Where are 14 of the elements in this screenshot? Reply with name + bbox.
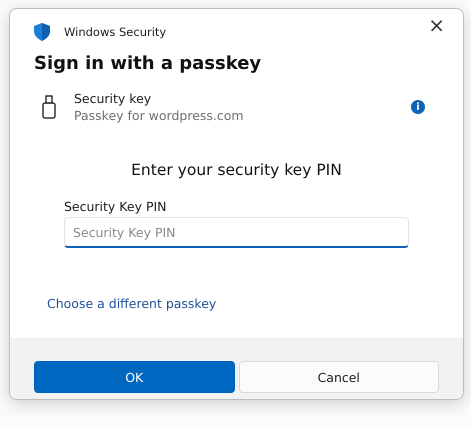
- credential-name: Security key: [74, 91, 152, 106]
- shield-icon: [34, 23, 50, 41]
- window-title: Windows Security: [64, 25, 168, 39]
- info-icon[interactable]: i: [411, 100, 425, 114]
- different-passkey-link[interactable]: Choose a different passkey: [47, 296, 216, 311]
- cancel-button[interactable]: Cancel: [238, 361, 439, 393]
- pin-input-field[interactable]: Security Key PIN: [64, 217, 409, 248]
- ok-button[interactable]: OK: [34, 361, 234, 393]
- credential-detail: Passkey for wordpress.com: [74, 108, 245, 123]
- pin-prompt: Enter your security key PIN: [130, 161, 343, 179]
- field-label: Security Key PIN: [64, 199, 167, 214]
- close-button[interactable]: ×: [424, 15, 449, 35]
- dialog-heading: Sign in with a passkey: [34, 53, 262, 74]
- usb-key-icon: [42, 95, 56, 119]
